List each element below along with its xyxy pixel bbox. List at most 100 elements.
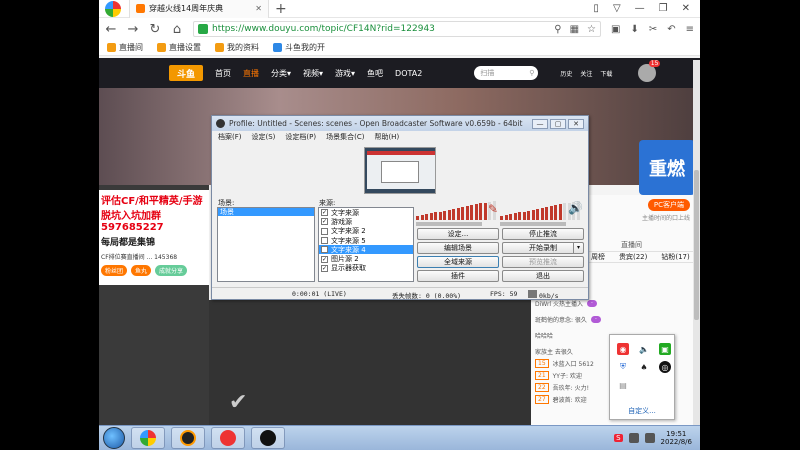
undo-icon[interactable]: ↶ [667,24,675,35]
new-tab-icon[interactable]: + [275,1,287,17]
history-icon[interactable]: 历史 [560,69,572,78]
tray-expand-icon[interactable] [644,433,655,443]
source-checkbox[interactable] [321,237,328,245]
bookmark-item[interactable]: 直播设置 [157,42,201,53]
download-app-icon[interactable]: 下载 [600,69,612,78]
source-checkbox[interactable]: ✓ [321,264,328,272]
obs-close-icon[interactable]: ✕ [568,118,584,129]
menu-icon[interactable]: ≡ [686,24,694,35]
source-item[interactable]: ✓ 文字来源 [319,208,413,217]
pc-client-button[interactable]: PC客户端 [647,199,690,211]
obs-minimize-icon[interactable]: — [532,118,548,129]
back-icon[interactable]: ← [105,22,117,37]
grid-icon[interactable]: ▦ [570,24,579,35]
window-menu-icon[interactable]: ▯ [593,3,599,14]
window-restore-icon[interactable]: ❐ [659,3,668,14]
nav-item-home[interactable]: 首页 [215,68,231,79]
nav-item-dota2[interactable]: DOTA2 [395,69,422,78]
sources-list[interactable]: ✓ 文字来源 ✓ 游戏源 文字来源 2 文字来源 5 ✓ 文字来源 4 ✓ 图片源 2 … [318,207,414,282]
source-item[interactable]: ✓ 游戏源 [319,217,413,226]
bookmark-item[interactable]: 我的资料 [215,42,259,53]
network-icon[interactable]: ♠ [638,361,650,373]
obs-title-bar[interactable]: Profile: Untitled - Scenes: scenes - Ope… [212,116,588,131]
share-button[interactable]: 成就分享 [155,265,188,276]
scene-item[interactable]: 场景 [218,208,314,216]
taskbar-app-g[interactable] [171,427,205,449]
start-record-button[interactable]: 开始录制 ▾ [502,242,584,254]
source-checkbox[interactable]: ✓ [321,255,328,263]
volume-icon[interactable]: 🔈 [638,343,650,355]
avatar[interactable]: 15 [638,60,661,82]
source-checkbox[interactable] [321,227,328,235]
nav-item-live[interactable]: 直播 [243,68,259,79]
clock[interactable]: 19:51 2022/8/6 [661,430,692,446]
source-item[interactable]: ✓ 显示器获取 [319,264,413,273]
douyu-search-input[interactable]: 扫描 ⚲ [474,66,539,80]
search-icon[interactable]: ⚲ [554,24,561,35]
extension-icon[interactable]: ▣ [611,24,620,35]
scrollbar-thumb[interactable] [694,170,699,320]
mic-volume-slider[interactable] [416,222,482,226]
download-icon[interactable]: ⬇ [630,24,638,35]
menu-profile[interactable]: 设定档(P) [285,132,316,142]
side-banner[interactable]: 重燃 [639,140,695,195]
source-checkbox[interactable]: ✓ [321,218,328,226]
speaker-icon[interactable]: 🔊 [568,201,583,215]
source-item[interactable]: 文字来源 2 [319,227,413,236]
preview-stream-button[interactable]: 预览推流 [502,256,584,268]
exit-button[interactable]: 退出 [502,270,584,282]
source-checkbox[interactable]: ✓ [321,246,328,254]
nav-item-category[interactable]: 分类▾ [271,68,291,79]
desktop-volume-slider[interactable] [500,222,566,226]
browser-logo-icon[interactable] [105,0,121,17]
nav-item-video[interactable]: 视频▾ [303,68,323,79]
scenes-list[interactable]: 场景 [217,207,315,282]
menu-scene-collection[interactable]: 场景集合(C) [326,132,364,142]
ime-icon[interactable]: S [614,434,623,442]
fan-group-button[interactable]: 粉丝团 [101,265,128,276]
window-skin-icon[interactable]: ▽ [613,3,621,14]
reload-icon[interactable]: ↻ [149,22,161,37]
plugins-button[interactable]: 插件 [417,270,499,282]
taskbar-browser[interactable] [131,427,165,449]
stop-stream-button[interactable]: 停止推流 [502,228,584,240]
source-item[interactable]: ✓ 文字来源 4 [319,245,413,255]
global-sources-button[interactable]: 全域来源 [417,256,499,268]
record-dropdown-icon[interactable]: ▾ [573,243,583,253]
taskbar-obs[interactable] [251,427,285,449]
source-item[interactable]: 文字来源 5 [319,236,413,245]
tab-close-icon[interactable]: ✕ [255,4,262,13]
usb-device-icon[interactable]: ▤ [617,379,629,391]
source-item[interactable]: ✓ 图片源 2 [319,254,413,263]
window-minimize-icon[interactable]: — [635,3,645,14]
tab-vip[interactable]: 贵宾(22) [619,252,647,262]
home-icon[interactable]: ⌂ [171,22,183,37]
obs-tray-icon[interactable]: ◎ [659,361,671,373]
microphone-icon[interactable]: ✎ [488,202,498,216]
page-scrollbar[interactable] [693,60,700,425]
tools-icon[interactable]: ✂ [649,24,657,35]
keyboard-icon[interactable] [628,433,639,443]
menu-settings[interactable]: 设定(S) [252,132,276,142]
security-shield-icon[interactable]: ⛨ [617,361,629,373]
douyu-logo[interactable]: 斗鱼 [169,65,203,81]
tab-diamond[interactable]: 钻粉(17) [661,252,689,262]
tab-weekly[interactable]: 周榜 [591,252,605,262]
start-button[interactable] [103,427,125,449]
window-close-icon[interactable]: ✕ [682,3,690,14]
forward-icon[interactable]: → [127,22,139,37]
star-icon[interactable]: ☆ [587,24,596,35]
follow-icon[interactable]: 关注 [580,69,592,78]
edit-scene-button[interactable]: 编辑场景 [417,242,499,254]
nvidia-icon[interactable]: ▣ [659,343,671,355]
browser-tab[interactable]: 穿越火线14周年庆典 ✕ [129,0,269,18]
bookmark-item[interactable]: 斗鱼我的开 [273,42,325,53]
customize-link[interactable]: 自定义... [610,406,674,416]
source-checkbox[interactable]: ✓ [321,209,328,217]
menu-help[interactable]: 帮助(H) [374,132,399,142]
settings-button[interactable]: 设定... [417,228,499,240]
search-icon[interactable]: ⚲ [529,69,534,77]
volume-sliders[interactable] [416,222,586,226]
netease-music-icon[interactable]: ◉ [617,343,629,355]
nav-item-yuba[interactable]: 鱼吧 [367,68,383,79]
